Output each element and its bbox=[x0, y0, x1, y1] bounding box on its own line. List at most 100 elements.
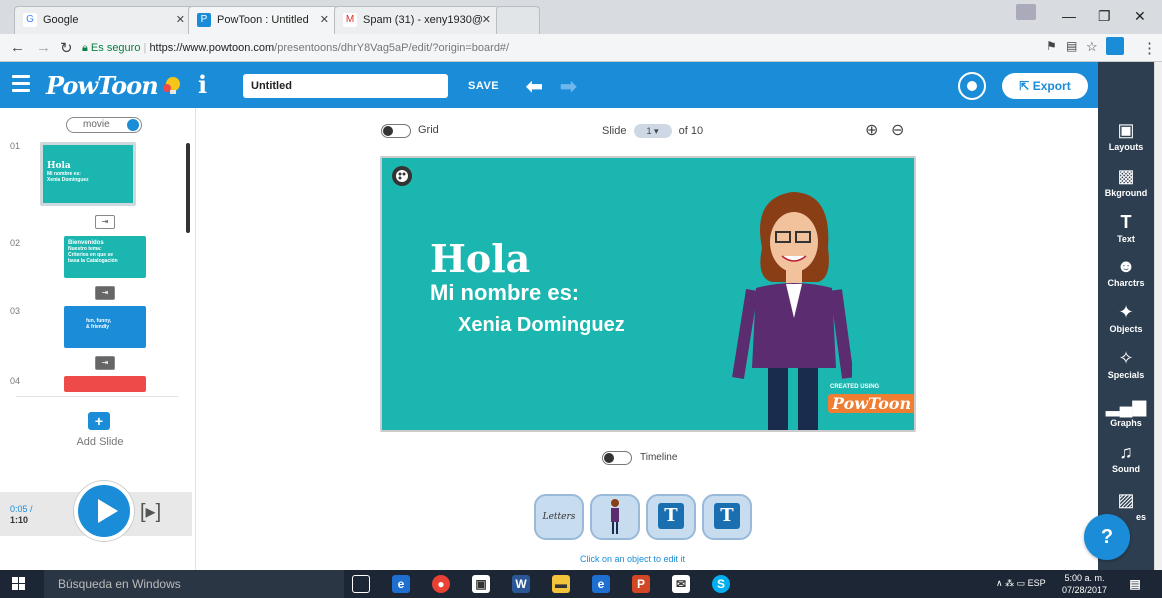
windows-start-icon[interactable] bbox=[12, 577, 26, 591]
tray-arrow-icon[interactable]: ∧ bbox=[996, 578, 1003, 588]
edge-icon[interactable]: e bbox=[392, 575, 410, 593]
slide-number: 03 bbox=[10, 306, 21, 316]
object-text-2[interactable]: T bbox=[702, 494, 752, 540]
object-label: Letters bbox=[542, 512, 576, 522]
info-icon[interactable]: i bbox=[198, 70, 207, 99]
transition-icon[interactable]: ⇥ bbox=[95, 286, 115, 300]
save-button[interactable]: SAVE bbox=[468, 80, 499, 92]
extension-new-icon[interactable] bbox=[1106, 37, 1124, 55]
hamburger-menu-icon[interactable] bbox=[12, 75, 30, 93]
transition-icon[interactable]: ⇥ bbox=[95, 215, 115, 229]
slides-scrollbar[interactable] bbox=[186, 143, 190, 233]
language-indicator[interactable]: ESP bbox=[1028, 578, 1046, 588]
slide-label: Slide bbox=[602, 124, 627, 137]
grid-toggle[interactable] bbox=[381, 124, 411, 138]
system-tray[interactable]: ∧ ⁂ ▭ ESP bbox=[996, 578, 1046, 589]
word-icon[interactable]: W bbox=[512, 575, 530, 593]
play-button[interactable] bbox=[74, 481, 134, 541]
undo-icon[interactable]: ⬅ bbox=[526, 74, 543, 99]
powtoon-logo: PowToon bbox=[46, 71, 159, 100]
chrome-icon[interactable]: ● bbox=[432, 575, 450, 593]
tool-specials[interactable]: ✧ Specials bbox=[1098, 348, 1154, 380]
forward-icon[interactable]: → bbox=[36, 39, 51, 56]
timeline-label: Timeline bbox=[640, 452, 678, 463]
slide-thumbnail-3[interactable]: fun, funny, & friendly bbox=[64, 306, 146, 348]
tool-layouts[interactable]: ▣ Layouts bbox=[1098, 120, 1154, 152]
total-time: 1:10 bbox=[10, 515, 29, 525]
player-time: 0:05 / 1:10 bbox=[10, 504, 33, 526]
tab-google[interactable]: G Google ✕ bbox=[14, 6, 194, 34]
movie-toggle[interactable]: movie bbox=[66, 117, 142, 133]
back-icon[interactable]: ← bbox=[10, 39, 25, 56]
object-character[interactable] bbox=[590, 494, 640, 540]
help-button[interactable]: ? bbox=[1084, 514, 1130, 560]
minimize-icon[interactable]: — bbox=[1062, 8, 1076, 24]
background-icon: ▩ bbox=[1117, 166, 1135, 186]
slide-title[interactable]: Hola bbox=[430, 236, 530, 281]
bookmark-star-icon[interactable]: ☆ bbox=[1086, 39, 1098, 55]
extension-icon[interactable]: ⚑ bbox=[1046, 39, 1057, 53]
slide-line2[interactable]: Xenia Dominguez bbox=[458, 314, 625, 337]
file-explorer-icon[interactable]: ▬ bbox=[552, 575, 570, 593]
gmail-icon: M bbox=[343, 13, 357, 27]
play-from-slide-icon[interactable]: [▸] bbox=[140, 499, 161, 524]
add-slide-label: Add Slide bbox=[76, 436, 124, 448]
clock[interactable]: 5:00 a. m. 07/28/2017 bbox=[1062, 572, 1107, 596]
slide-select[interactable]: 1 ▾ bbox=[633, 124, 672, 138]
object-letters[interactable]: Letters bbox=[534, 494, 584, 540]
preview-eye-icon[interactable] bbox=[958, 72, 986, 100]
url-field[interactable]: 🔒︎ Es seguro | https://www.powtoon.com/p… bbox=[82, 38, 1042, 58]
powerpoint-icon[interactable]: P bbox=[632, 575, 650, 593]
maximize-icon[interactable]: ❐ bbox=[1098, 8, 1111, 25]
reload-icon[interactable]: ↻ bbox=[60, 39, 73, 57]
redo-icon[interactable]: ➡ bbox=[560, 74, 577, 99]
export-button[interactable]: ⇱ Export bbox=[1002, 73, 1088, 99]
skype-icon[interactable]: S bbox=[712, 575, 730, 593]
taskbar-search[interactable]: Búsqueda en Windows bbox=[44, 570, 344, 598]
tool-sound[interactable]: ♫ Sound bbox=[1098, 442, 1154, 474]
new-tab-button[interactable] bbox=[496, 6, 540, 34]
tool-objects[interactable]: ✦ Objects bbox=[1098, 302, 1154, 334]
browser-tab-bar: G Google ✕ P PowToon : Untitled ✕ M Spam (3… bbox=[0, 0, 1162, 34]
tool-background[interactable]: ▩ Bkground bbox=[1098, 166, 1154, 198]
thumb-title: Hola bbox=[47, 161, 71, 171]
url-host: https://www.powtoon.com bbox=[149, 42, 275, 54]
task-view-icon[interactable] bbox=[352, 575, 370, 593]
ie-icon[interactable]: e bbox=[592, 575, 610, 593]
zoom-in-icon[interactable]: ⊕ bbox=[865, 120, 878, 140]
close-tab-icon[interactable]: ✕ bbox=[176, 13, 185, 26]
add-slide-button[interactable]: + bbox=[88, 412, 110, 430]
tab-powtoon[interactable]: P PowToon : Untitled ✕ bbox=[188, 6, 338, 34]
notification-icon[interactable]: ▤ bbox=[1126, 575, 1144, 593]
layouts-icon: ▣ bbox=[1117, 120, 1135, 140]
tool-graphs[interactable]: ▂▄▆ Graphs bbox=[1098, 396, 1154, 428]
presentation-title-input[interactable] bbox=[243, 74, 448, 98]
thumb-line2: & friendly bbox=[86, 324, 110, 330]
slide-line1[interactable]: Mi nombre es: bbox=[430, 280, 579, 306]
tab-label: Spam (31) - xeny1930@ bbox=[363, 13, 484, 26]
close-window-icon[interactable]: ✕ bbox=[1134, 8, 1146, 25]
timeline-toggle[interactable] bbox=[602, 451, 632, 465]
profile-icon[interactable] bbox=[1016, 4, 1036, 20]
translate-icon[interactable]: ▤ bbox=[1066, 39, 1077, 53]
store-icon[interactable]: ▣ bbox=[472, 575, 490, 593]
transition-icon[interactable]: ⇥ bbox=[95, 356, 115, 370]
slide-thumbnail-2[interactable]: Bienvenidos Nuestro tema: Criterios en q… bbox=[64, 236, 146, 278]
slide-thumbnail-4[interactable] bbox=[64, 376, 146, 392]
tool-text[interactable]: T Text bbox=[1098, 212, 1154, 244]
page-scrollbar[interactable] bbox=[1154, 62, 1162, 570]
slide-thumbnail-1[interactable]: Hola Mi nombre es: Xenia Dominguez bbox=[40, 142, 136, 206]
object-text-1[interactable]: T bbox=[646, 494, 696, 540]
lightbulb-icon[interactable] bbox=[162, 74, 184, 96]
tool-label: Charctrs bbox=[1107, 278, 1145, 288]
created-using-label: CREATED USING bbox=[830, 384, 880, 390]
zoom-out-icon[interactable]: ⊖ bbox=[891, 120, 904, 140]
tool-characters[interactable]: ☻ Charctrs bbox=[1098, 256, 1154, 288]
close-tab-icon[interactable]: ✕ bbox=[320, 13, 329, 26]
tab-gmail[interactable]: M Spam (31) - xeny1930@ ✕ bbox=[334, 6, 500, 34]
menu-dots-icon[interactable]: ⋮ bbox=[1142, 39, 1157, 57]
slide-canvas[interactable]: Hola Mi nombre es: Xenia Dominguez CREAT… bbox=[380, 156, 916, 432]
mail-icon[interactable]: ✉ bbox=[672, 575, 690, 593]
close-tab-icon[interactable]: ✕ bbox=[482, 13, 491, 26]
palette-icon[interactable] bbox=[392, 166, 412, 186]
